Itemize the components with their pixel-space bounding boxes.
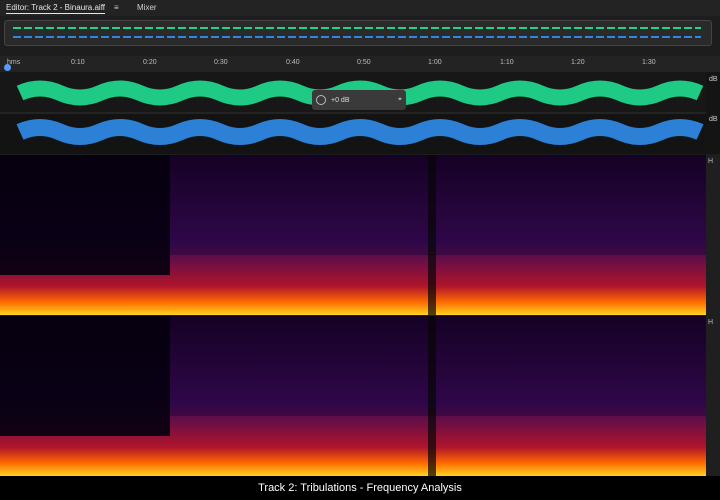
tick-label: 0:30 xyxy=(214,59,228,66)
scale-label: H xyxy=(708,319,714,326)
tick-label: 0:50 xyxy=(357,59,371,66)
tick-label: 1:00 xyxy=(428,59,442,66)
spectrogram-display xyxy=(0,155,706,315)
waveform-display xyxy=(0,72,706,154)
tick-label: 1:30 xyxy=(642,59,656,66)
mixer-tab[interactable]: Mixer xyxy=(137,3,157,12)
spectrogram-top[interactable] xyxy=(0,155,706,315)
spectrogram-display xyxy=(0,316,706,476)
frequency-scale-bottom: H xyxy=(706,316,720,476)
caption: Track 2: Tribulations - Frequency Analys… xyxy=(0,476,720,500)
playhead-icon[interactable] xyxy=(4,64,11,71)
frequency-scale-top: H xyxy=(706,155,720,315)
gain-value: +0 dB xyxy=(331,96,350,104)
spectrogram-bottom[interactable] xyxy=(0,316,706,476)
scale-label: H xyxy=(708,158,714,165)
time-ruler[interactable]: hms 0:10 0:20 0:30 0:40 0:50 1:00 1:10 1… xyxy=(0,56,720,73)
tick-label: 0:40 xyxy=(286,59,300,66)
top-channel-db: dB xyxy=(709,76,718,83)
overview-navigator[interactable] xyxy=(4,20,712,46)
gain-knob-icon[interactable] xyxy=(316,95,326,105)
waveform-editor[interactable]: dB dB xyxy=(0,72,720,154)
tab-menu-icon[interactable]: ≡ xyxy=(114,3,119,12)
bottom-channel-db: dB xyxy=(709,116,718,123)
tick-label: 0:20 xyxy=(143,59,157,66)
tick-label: 0:10 xyxy=(71,59,85,66)
overview-waveform xyxy=(13,27,701,38)
pin-icon[interactable]: ⌖ xyxy=(398,96,402,104)
editor-tab[interactable]: Editor: Track 2 - Binaura.aiff xyxy=(6,3,106,14)
tick-label: 1:20 xyxy=(571,59,585,66)
gain-hud[interactable]: +0 dB ⌖ xyxy=(312,90,406,110)
tick-label: 1:10 xyxy=(500,59,514,66)
editor-tab-bar: Editor: Track 2 - Binaura.aiff ≡ Mixer xyxy=(0,0,720,16)
